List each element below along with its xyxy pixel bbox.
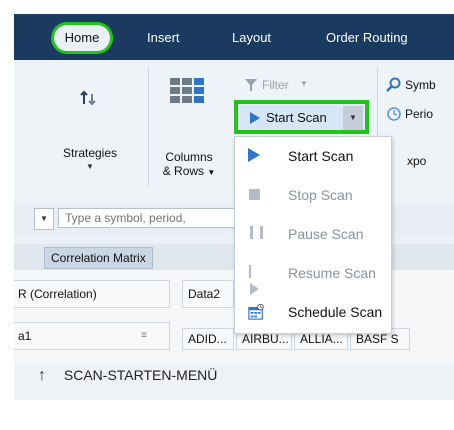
caption-text: SCAN-STARTEN-MENÜ (63, 367, 218, 383)
funnel-icon (245, 79, 257, 91)
tab-layout[interactable]: Layout (232, 30, 271, 45)
tab-insert[interactable]: Insert (147, 30, 180, 45)
start-scan-label: Start Scan (266, 110, 327, 125)
menu-item-schedule-scan[interactable]: Schedule Scan (235, 293, 391, 331)
calendar-icon (248, 304, 264, 320)
search-scope-dropdown[interactable]: ▼ (34, 208, 54, 230)
tab-home[interactable]: Home (54, 25, 110, 51)
screenshot-frame: Home Insert Layout Order Routing Strateg… (14, 14, 454, 400)
filter-label: Filter (262, 78, 289, 92)
play-icon (250, 112, 260, 124)
pause-icon (248, 226, 264, 242)
filter-button[interactable]: Filter ▼ (242, 76, 332, 98)
ribbon-tab-bar: Home Insert Layout Order Routing (14, 14, 454, 60)
grid-header-correlation: R (Correlation) (14, 280, 170, 308)
sort-arrows-icon (80, 90, 96, 106)
period-button[interactable]: Perio (405, 107, 433, 121)
menu-item-pause-scan[interactable]: Pause Scan (235, 215, 391, 253)
columns-rows-button[interactable]: Columns & Rows ▼ (156, 60, 222, 190)
start-scan-dropdown-arrow[interactable]: ▼ (343, 106, 363, 130)
strategies-button[interactable]: Strategies ▼ (60, 60, 120, 190)
grid-header-data2: Data2 (182, 280, 234, 308)
menu-item-start-scan[interactable]: Start Scan (235, 137, 391, 175)
filter-caret-icon: ▼ (300, 79, 308, 88)
symbol-button[interactable]: Symb (405, 78, 436, 92)
tab-correlation-matrix[interactable]: Correlation Matrix (44, 247, 153, 269)
export-button[interactable]: xpo (407, 154, 426, 168)
resume-icon (248, 265, 264, 295)
search-icon (386, 77, 401, 92)
clock-icon (387, 107, 401, 121)
tab-order-routing[interactable]: Order Routing (326, 30, 408, 45)
grid-row-label: a1 ≡ (14, 322, 170, 350)
stop-icon (248, 187, 264, 203)
start-scan-menu: Start Scan Stop Scan Pause Scan Resume S… (234, 136, 392, 334)
menu-item-stop-scan[interactable]: Stop Scan (235, 176, 391, 214)
menu-item-resume-scan[interactable]: Resume Scan (235, 254, 391, 295)
arrow-up-icon: ↑ (38, 367, 46, 384)
caption: ↑ SCAN-STARTEN-MENÜ (14, 364, 454, 394)
strategies-label: Strategies ▼ (62, 146, 118, 171)
columns-rows-label: Columns & Rows ▼ (162, 150, 216, 178)
search-input[interactable] (58, 208, 238, 228)
ribbon-divider (148, 68, 149, 186)
app-window: Home Insert Layout Order Routing Strateg… (14, 14, 454, 364)
start-scan-split-button[interactable]: Start Scan ▼ (234, 100, 369, 134)
play-icon (248, 148, 264, 164)
sort-icon: ≡ (141, 330, 147, 341)
grid-column-header: ADID... (182, 328, 234, 350)
grid-columns-icon (170, 78, 204, 103)
start-scan-button[interactable]: Start Scan (240, 106, 345, 130)
